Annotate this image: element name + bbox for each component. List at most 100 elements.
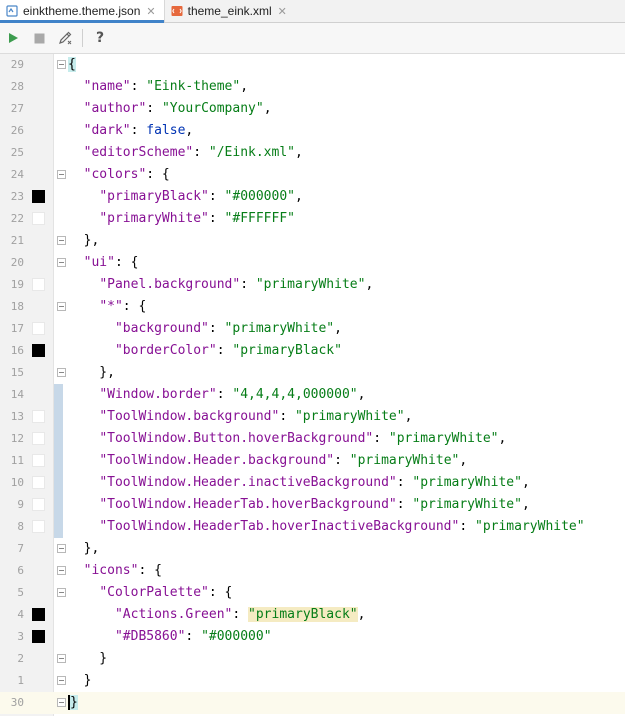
code-line[interactable]: 7 }, [0, 538, 625, 560]
code-line[interactable]: 15 }, [0, 362, 625, 384]
run-button[interactable] [0, 25, 26, 51]
color-swatch-icon[interactable] [32, 212, 45, 225]
code-line[interactable]: 11 "ToolWindow.Header.background": "prim… [0, 450, 625, 472]
fold-toggle-icon[interactable] [57, 588, 66, 597]
code-line[interactable]: 14 "Window.border": "4,4,4,4,000000", [0, 384, 625, 406]
code-text: "name": "Eink-theme", [68, 76, 248, 98]
stop-button[interactable] [26, 25, 52, 51]
line-number: 24 [10, 168, 24, 181]
code-text: }, [68, 230, 100, 252]
code-line[interactable]: 5 "ColorPalette": { [0, 582, 625, 604]
fold-toggle-icon[interactable] [57, 236, 66, 245]
color-swatch-icon[interactable] [32, 322, 45, 335]
code-token: , [263, 101, 272, 116]
color-swatch-icon[interactable] [32, 476, 45, 489]
code-text: "ToolWindow.Header.background": "primary… [68, 450, 467, 472]
code-line[interactable]: 23 "primaryBlack": "#000000", [0, 186, 625, 208]
code-token: , [185, 123, 194, 138]
change-marker[interactable] [54, 472, 63, 494]
color-swatch-icon[interactable] [32, 454, 45, 467]
code-line[interactable]: 10 "ToolWindow.Header.inactiveBackground… [0, 472, 625, 494]
code-line[interactable]: 2 } [0, 648, 625, 670]
code-line[interactable]: 19 "Panel.background": "primaryWhite", [0, 274, 625, 296]
code-line[interactable]: 16 "borderColor": "primaryBlack" [0, 340, 625, 362]
code-token: { [68, 57, 76, 72]
fold-toggle-icon[interactable] [57, 676, 66, 685]
fold-toggle-icon[interactable] [57, 258, 66, 267]
code-token: : [208, 321, 225, 336]
color-swatch-icon[interactable] [32, 190, 45, 203]
code-line[interactable]: 25 "editorScheme": "/Eink.xml", [0, 142, 625, 164]
fold-toggle-icon[interactable] [57, 566, 66, 575]
code-line[interactable]: 29 { [0, 54, 625, 76]
code-token: : { [208, 585, 233, 600]
color-swatch-icon[interactable] [32, 630, 45, 643]
code-line[interactable]: 4 "Actions.Green": "primaryBlack", [0, 604, 625, 626]
code-line[interactable]: 21 }, [0, 230, 625, 252]
code-line[interactable]: 22 "primaryWhite": "#FFFFFF" [0, 208, 625, 230]
code-line[interactable]: 20 "ui": { [0, 252, 625, 274]
change-marker[interactable] [54, 494, 63, 516]
edit-button[interactable] [52, 25, 78, 51]
code-token: "primaryBlack" [99, 189, 209, 204]
close-icon[interactable]: ✕ [278, 5, 287, 18]
code-token: "#FFFFFF" [224, 211, 295, 226]
code-text: "background": "primaryWhite", [68, 318, 342, 340]
code-line[interactable]: 9 "ToolWindow.HeaderTab.hoverBackground"… [0, 494, 625, 516]
code-line[interactable]: 24 "colors": { [0, 164, 625, 186]
code-line[interactable]: 30} [0, 692, 625, 714]
code-line[interactable]: 1 } [0, 670, 625, 692]
change-marker[interactable] [54, 406, 63, 428]
fold-toggle-icon[interactable] [57, 544, 66, 553]
fold-toggle-icon[interactable] [57, 302, 66, 311]
code-line[interactable]: 6 "icons": { [0, 560, 625, 582]
color-swatch-icon[interactable] [32, 278, 45, 291]
code-line[interactable]: 28 "name": "Eink-theme", [0, 76, 625, 98]
color-swatch-icon[interactable] [32, 498, 45, 511]
color-swatch-icon[interactable] [32, 520, 45, 533]
code-token: "Panel.background" [99, 277, 241, 292]
code-token: "ToolWindow.Header.background" [99, 453, 335, 468]
fold-toggle-icon[interactable] [57, 170, 66, 179]
fold-toggle-icon[interactable] [57, 654, 66, 663]
color-swatch-icon[interactable] [32, 432, 45, 445]
code-line[interactable]: 13 "ToolWindow.background": "primaryWhit… [0, 406, 625, 428]
help-button[interactable]: ? [87, 25, 113, 51]
change-marker[interactable] [54, 384, 63, 406]
color-swatch-icon[interactable] [32, 608, 45, 621]
fold-toggle-icon[interactable] [57, 60, 66, 69]
fold-toggle-icon[interactable] [57, 698, 66, 707]
code-editor[interactable]: 29{28 "name": "Eink-theme", 27 "author": … [0, 54, 625, 716]
code-token: "borderColor" [114, 343, 217, 358]
code-line[interactable]: 8 "ToolWindow.HeaderTab.hoverInactiveBac… [0, 516, 625, 538]
close-icon[interactable]: ✕ [146, 5, 155, 18]
color-swatch-icon[interactable] [32, 344, 45, 357]
code-line[interactable]: 17 "background": "primaryWhite", [0, 318, 625, 340]
code-line[interactable]: 18 "*": { [0, 296, 625, 318]
code-text: } [68, 670, 92, 692]
change-marker[interactable] [54, 428, 63, 450]
line-number: 1 [17, 674, 24, 687]
change-marker[interactable] [54, 450, 63, 472]
code-line[interactable]: 3 "#DB5860": "#000000" [0, 626, 625, 648]
pencil-icon [59, 31, 72, 45]
tab-theme-eink-xml[interactable]: theme_eink.xml ✕ [163, 0, 295, 22]
code-line[interactable]: 26 "dark": false, [0, 120, 625, 142]
line-number: 3 [17, 630, 24, 643]
fold-toggle-icon[interactable] [57, 368, 66, 377]
code-token: : { [138, 563, 162, 578]
line-number: 7 [17, 542, 24, 555]
line-number: 8 [17, 520, 24, 533]
tab-einktheme-json[interactable]: einktheme.theme.json ✕ [0, 0, 164, 23]
change-marker[interactable] [54, 516, 63, 538]
code-text: "ui": { [68, 252, 139, 274]
code-line[interactable]: 27 "author": "YourCompany", [0, 98, 625, 120]
color-swatch-icon[interactable] [32, 410, 45, 423]
code-line[interactable]: 12 "ToolWindow.Button.hoverBackground": … [0, 428, 625, 450]
